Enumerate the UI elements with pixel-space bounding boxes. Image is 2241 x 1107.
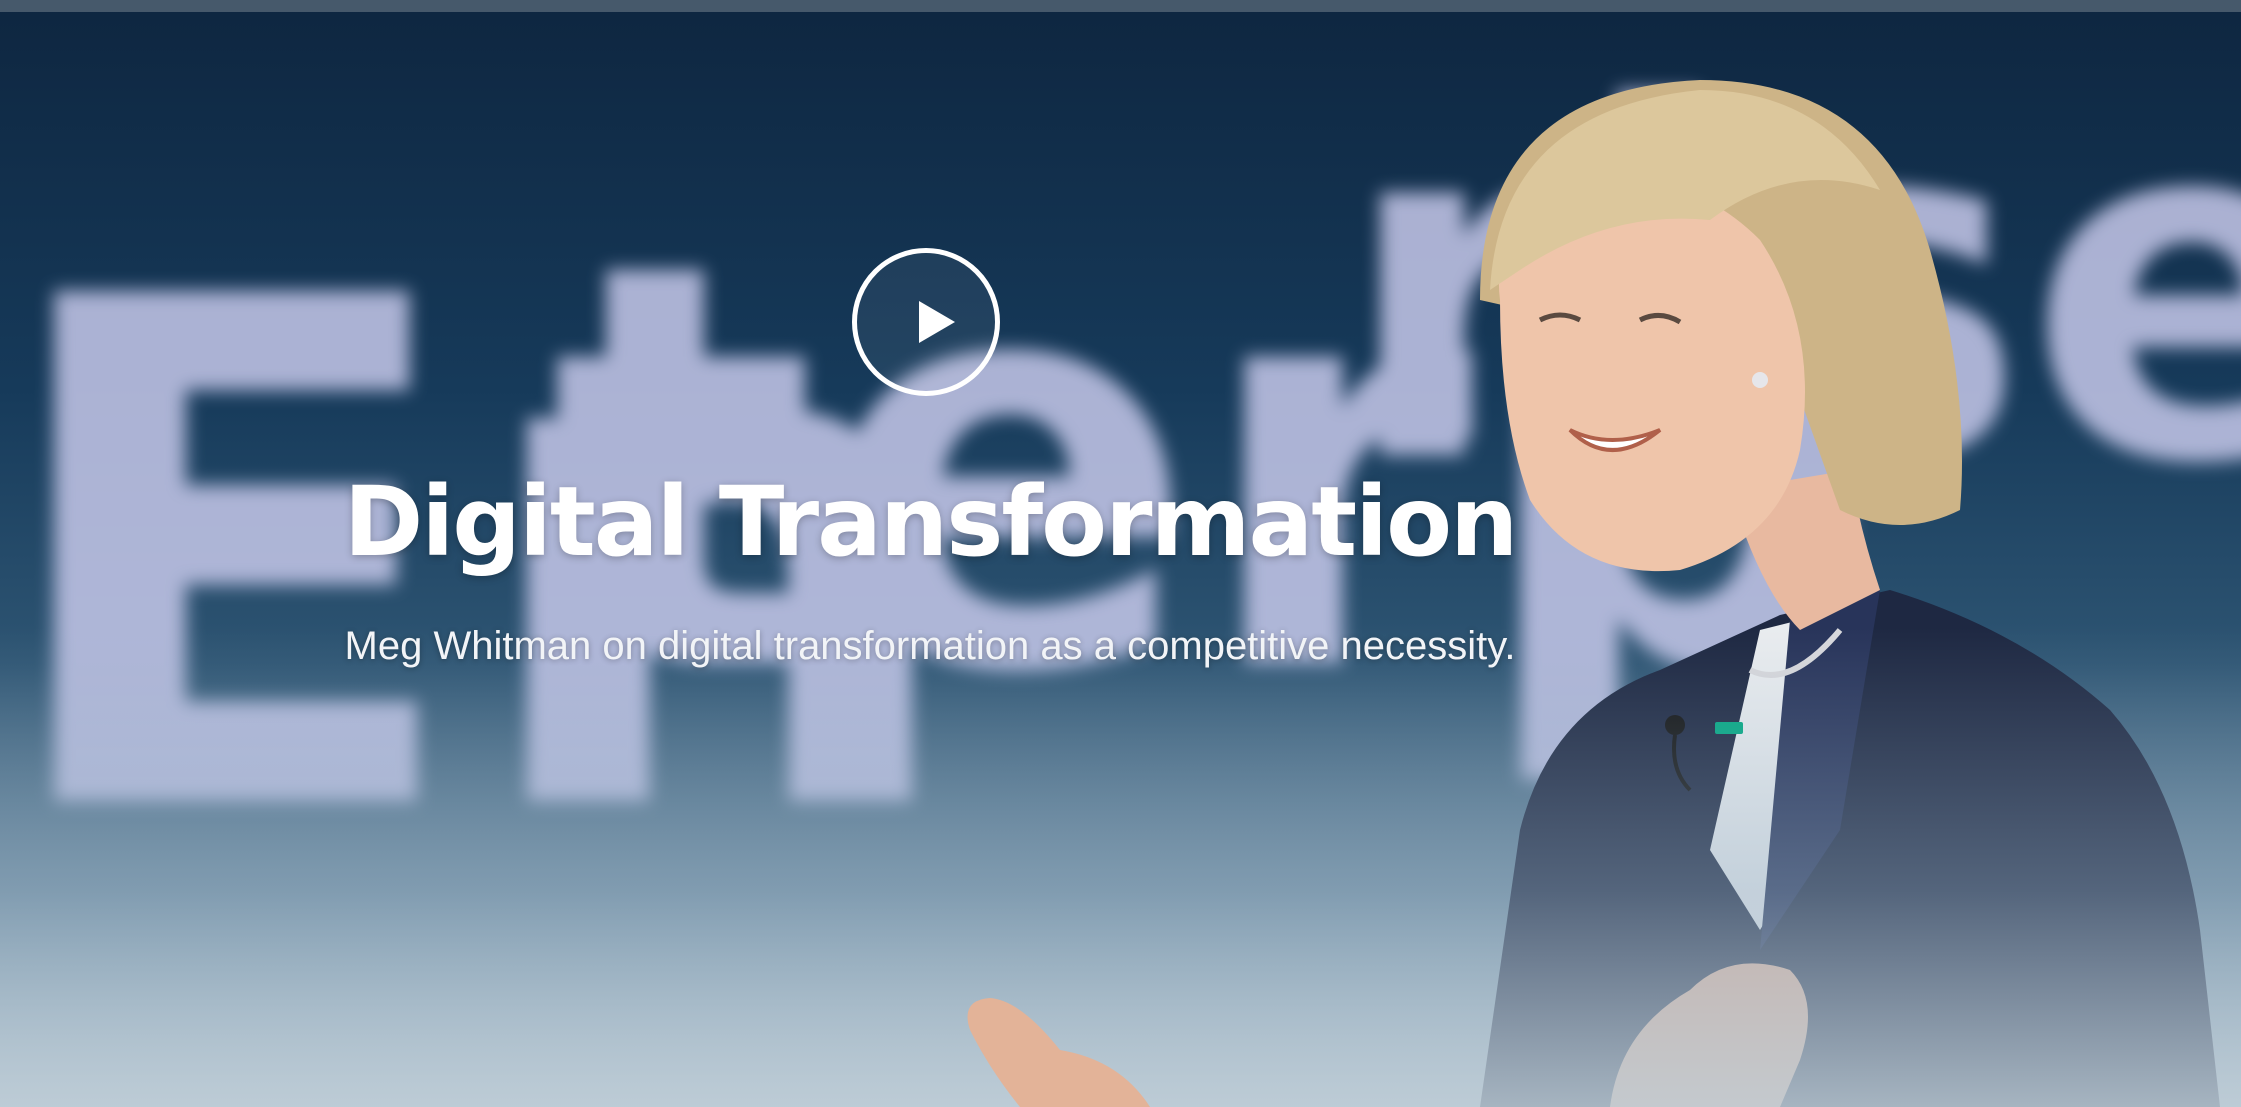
hero-subtitle: Meg Whitman on digital transformation as…	[344, 624, 1516, 668]
hero-title: Digital Transformation	[343, 466, 1519, 578]
speaker-hand	[967, 998, 1150, 1107]
play-video-button[interactable]	[852, 248, 1000, 396]
hero-video-banner[interactable]: En terp rise	[0, 0, 2241, 1107]
play-icon	[919, 301, 955, 343]
